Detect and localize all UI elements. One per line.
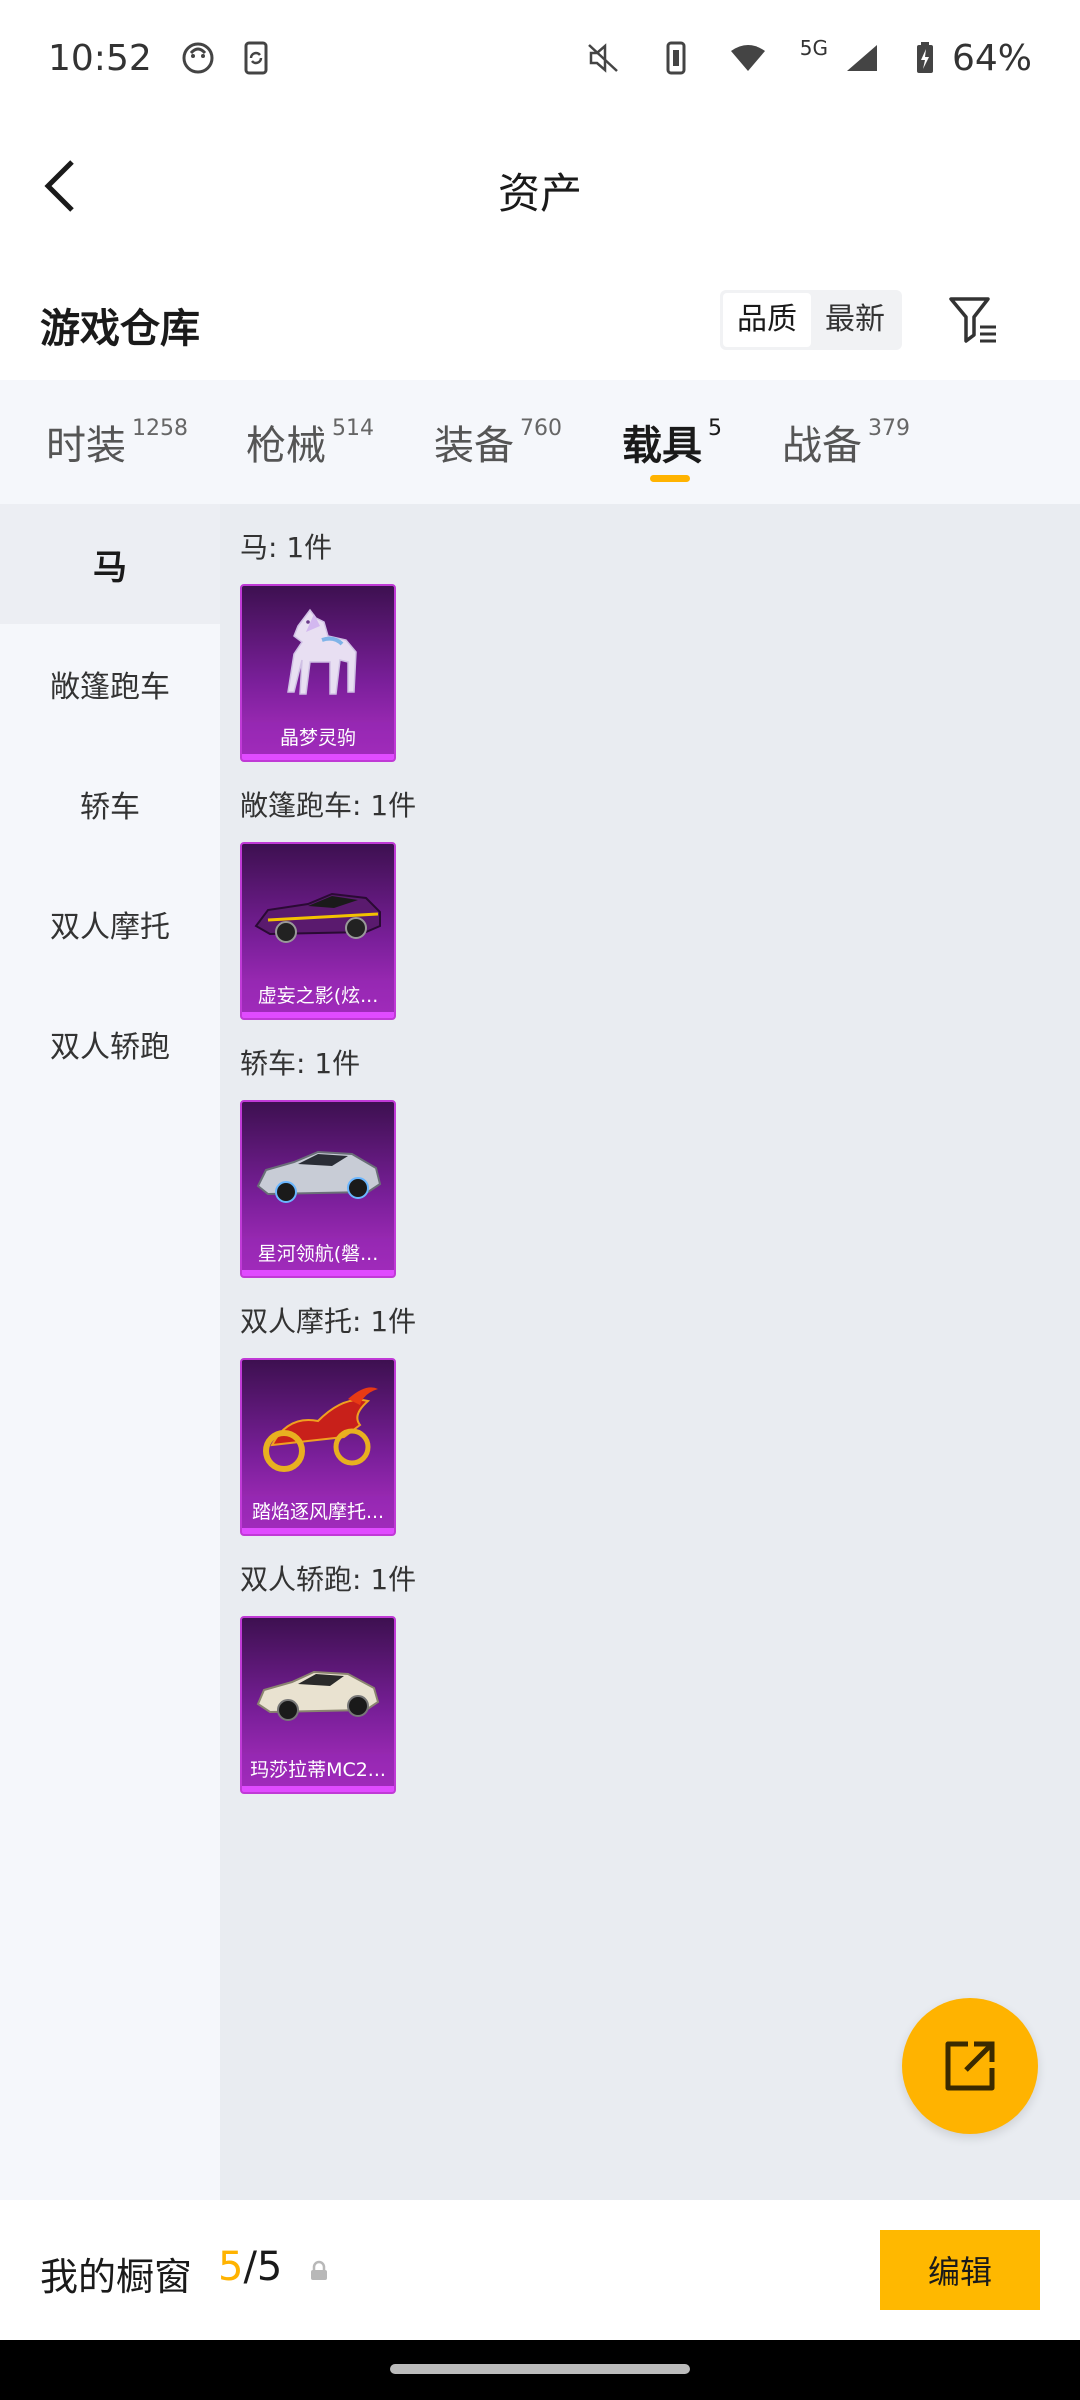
tab-label: 载具 — [622, 423, 702, 469]
horse-image — [242, 586, 394, 726]
convertible-car-image — [242, 844, 394, 984]
battery-percent: 64% — [951, 37, 1032, 79]
filter-button[interactable] — [946, 292, 1002, 348]
mute-icon — [584, 38, 624, 78]
lock-icon — [311, 2260, 327, 2280]
sidebar-item-convertible[interactable]: 敞篷跑车 — [0, 624, 220, 744]
tab-label: 战备 — [782, 423, 862, 469]
group-label-coupe: 双人轿跑: 1件 — [240, 1563, 417, 1596]
tab-label: 装备 — [434, 423, 514, 469]
sidebar-item-horse[interactable]: 马 — [0, 504, 220, 624]
filter-icon — [949, 297, 996, 343]
showcase-current: 5 — [218, 2244, 244, 2290]
item-card-motorcycle[interactable]: 踏焰逐风摩托... — [240, 1358, 396, 1536]
rarity-bar — [242, 754, 394, 760]
signal-icon — [842, 38, 882, 78]
tab-fashion[interactable]: 时装 1258 — [46, 380, 188, 504]
tab-count: 5 — [708, 415, 722, 441]
motorcycle-image — [242, 1360, 394, 1500]
item-name: 星河领航(磐... — [242, 1238, 394, 1270]
tab-count: 514 — [332, 415, 374, 441]
status-bar: 10:52 5G 64% — [0, 0, 1080, 116]
vehicle-list: 马: 1件 晶梦灵驹 敞篷跑车: 1件 虚妄之影(炫... 轿车: 1件 星河领… — [220, 504, 1080, 2200]
share-button[interactable] — [902, 1998, 1038, 2134]
item-name: 晶梦灵驹 — [242, 722, 394, 754]
tab-label: 枪械 — [246, 423, 326, 469]
showcase-count: 5/5 — [218, 2244, 282, 2290]
sidebar-item-duo-coupe[interactable]: 双人轿跑 — [0, 984, 220, 1104]
item-card-sedan[interactable]: 星河领航(磐... — [240, 1100, 396, 1278]
phone-sync-icon — [236, 38, 276, 78]
vibrate-icon — [656, 38, 696, 78]
item-card-horse[interactable]: 晶梦灵驹 — [240, 584, 396, 762]
app-header: 资产 — [0, 116, 1080, 256]
sort-option-latest[interactable]: 最新 — [811, 293, 899, 347]
group-label-sedan: 轿车: 1件 — [240, 1047, 361, 1080]
sidebar-item-duo-motorcycle[interactable]: 双人摩托 — [0, 864, 220, 984]
tab-combat-prep[interactable]: 战备 379 — [782, 380, 910, 504]
tab-count: 760 — [520, 415, 562, 441]
rarity-bar — [242, 1270, 394, 1276]
coupe-car-image — [242, 1618, 394, 1758]
tab-firearms[interactable]: 枪械 514 — [246, 380, 374, 504]
network-type: 5G — [799, 36, 828, 60]
home-indicator[interactable] — [390, 2364, 690, 2374]
tab-count: 1258 — [132, 415, 188, 441]
category-tabs: 时装 1258 枪械 514 装备 760 载具 5 战备 379 — [0, 380, 1080, 504]
rarity-bar — [242, 1528, 394, 1534]
item-card-coupe[interactable]: 玛莎拉蒂MC2... — [240, 1616, 396, 1794]
tab-count: 379 — [868, 415, 910, 441]
edit-button[interactable]: 编辑 — [880, 2230, 1040, 2310]
sedan-car-image — [242, 1102, 394, 1242]
showcase-total: /5 — [243, 2244, 283, 2290]
sort-toggle: 品质 最新 — [720, 290, 902, 350]
sort-option-quality[interactable]: 品质 — [723, 293, 811, 347]
tab-vehicles[interactable]: 载具 5 — [622, 380, 722, 504]
item-card-convertible[interactable]: 虚妄之影(炫... — [240, 842, 396, 1020]
wifi-icon — [728, 38, 768, 78]
page-title: 资产 — [497, 169, 582, 218]
share-external-icon — [945, 2041, 995, 2091]
emoji-face-icon — [178, 38, 218, 78]
showcase-label: 我的橱窗 — [40, 2255, 193, 2299]
group-label-convertible: 敞篷跑车: 1件 — [240, 789, 417, 822]
item-name: 虚妄之影(炫... — [242, 980, 394, 1012]
item-name: 踏焰逐风摩托... — [242, 1496, 394, 1528]
tab-label: 时装 — [46, 423, 126, 469]
showcase-bar: 我的橱窗 5/5 编辑 — [0, 2200, 1080, 2340]
status-time: 10:52 — [48, 37, 152, 79]
sidebar-item-sedan[interactable]: 轿车 — [0, 744, 220, 864]
group-label-horse: 马: 1件 — [240, 531, 333, 564]
battery-charging-icon — [914, 38, 936, 78]
warehouse-header: 游戏仓库 品质 最新 — [0, 256, 1080, 380]
rarity-bar — [242, 1786, 394, 1792]
warehouse-title: 游戏仓库 — [40, 306, 200, 352]
vehicle-type-sidebar: 马 敞篷跑车 轿车 双人摩托 双人轿跑 — [0, 504, 220, 2200]
item-name: 玛莎拉蒂MC2... — [242, 1754, 394, 1786]
gesture-nav-bar — [0, 2340, 1080, 2400]
rarity-bar — [242, 1012, 394, 1018]
group-label-motorcycle: 双人摩托: 1件 — [240, 1305, 417, 1338]
tab-equipment[interactable]: 装备 760 — [434, 380, 562, 504]
